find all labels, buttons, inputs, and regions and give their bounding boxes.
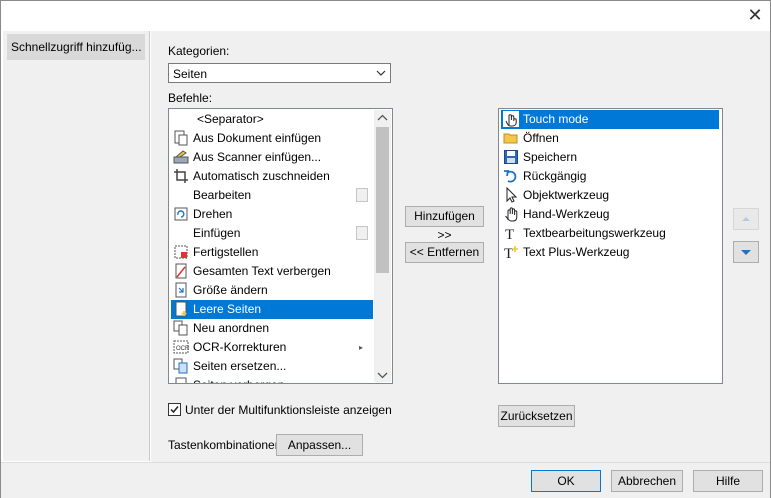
crop-icon [173, 168, 189, 184]
list-item[interactable]: Hand-Werkzeug [501, 205, 719, 224]
scrollbar-thumb[interactable] [376, 127, 389, 273]
ok-button[interactable]: OK [531, 470, 601, 492]
checkmark-icon [170, 406, 179, 414]
list-item[interactable]: Drehen [171, 205, 373, 224]
svg-text:OCR: OCR [176, 346, 189, 352]
commands-scrollbar[interactable] [374, 110, 391, 382]
categories-select[interactable]: Seiten [168, 63, 391, 83]
scroll-up-icon[interactable] [377, 112, 388, 126]
svg-text:T: T [505, 227, 514, 241]
list-item[interactable]: Gesamten Text verbergen [171, 262, 373, 281]
submenu-arrow-icon: ▸ [359, 343, 364, 352]
commands-label: Befehle: [168, 91, 213, 105]
list-item[interactable]: Öffnen [501, 129, 719, 148]
dropdown-button[interactable] [356, 226, 368, 240]
text-edit-icon: T [503, 225, 519, 243]
commands-list[interactable]: <Separator> Aus Dokument einfügen Aus Sc… [168, 108, 393, 384]
add-button[interactable]: Hinzufügen >> [405, 206, 484, 242]
svg-text:T: T [504, 246, 513, 260]
list-item-selected[interactable]: Touch mode [501, 110, 719, 129]
shortcuts-label: Tastenkombinationen: [168, 438, 285, 452]
list-item[interactable]: Größe ändern [171, 281, 373, 300]
list-item[interactable]: T Text Plus-Werkzeug [501, 243, 719, 262]
reorder-icon [173, 320, 189, 336]
folder-icon [503, 130, 519, 146]
arrow-up-icon [742, 217, 750, 221]
list-item[interactable]: OCR OCR-Korrekturen ▸ [171, 338, 373, 357]
help-button[interactable]: Hilfe [693, 470, 763, 492]
list-item[interactable]: Neu anordnen [171, 319, 373, 338]
list-item[interactable]: Aus Dokument einfügen [171, 129, 373, 148]
insert-document-icon [173, 130, 189, 146]
arrow-down-icon [741, 250, 751, 255]
undo-icon [503, 168, 519, 184]
list-item[interactable]: Automatisch zuschneiden [171, 167, 373, 186]
left-pane: Schnellzugriff hinzufüg... [3, 31, 150, 461]
pointer-icon [503, 186, 519, 203]
list-item[interactable]: T Textbearbeitungswerkzeug [501, 224, 719, 243]
blank-page-icon [173, 301, 189, 317]
scroll-down-icon[interactable] [377, 369, 388, 383]
remove-button[interactable]: << Entfernen [405, 242, 484, 263]
ocr-icon: OCR [173, 339, 190, 355]
dropdown-button[interactable] [356, 188, 368, 202]
save-icon [503, 149, 519, 165]
rotate-icon [173, 206, 189, 222]
resize-icon [173, 282, 189, 298]
customize-dialog: ✕ Schnellzugriff hinzufüg... Kategorien:… [0, 0, 771, 498]
hand-touch-icon [503, 111, 519, 127]
list-item[interactable]: Speichern [501, 148, 719, 167]
move-down-button[interactable] [733, 241, 759, 263]
categories-value: Seiten [173, 67, 208, 81]
list-item[interactable]: <Separator> [171, 110, 373, 129]
list-item[interactable]: Rückgängig [501, 167, 719, 186]
list-item[interactable]: Aus Scanner einfügen... [171, 148, 373, 167]
show-below-ribbon-checkbox[interactable] [168, 403, 181, 416]
list-item[interactable]: Seiten verbergen [171, 376, 373, 383]
customize-shortcuts-button[interactable]: Anpassen... [276, 434, 363, 456]
list-item[interactable]: Objektwerkzeug [501, 186, 719, 205]
show-below-ribbon-label: Unter der Multifunktionsleiste anzeigen [185, 403, 392, 417]
hand-icon [503, 206, 519, 222]
move-up-button[interactable] [733, 208, 759, 230]
close-icon[interactable]: ✕ [745, 5, 765, 25]
cancel-button[interactable]: Abbrechen [611, 470, 683, 492]
replace-pages-icon [173, 358, 189, 374]
hide-pages-icon [173, 377, 189, 383]
list-item[interactable]: Bearbeiten [171, 186, 373, 205]
list-item-selected[interactable]: Leere Seiten [171, 300, 373, 319]
finalize-icon [173, 244, 189, 260]
left-pane-item-quick-access[interactable]: Schnellzugriff hinzufüg... [7, 34, 145, 60]
categories-label: Kategorien: [168, 44, 230, 58]
hide-text-icon [173, 263, 189, 279]
list-item[interactable]: Seiten ersetzen... [171, 357, 373, 376]
chevron-down-icon [375, 65, 387, 81]
reset-button[interactable]: Zurücksetzen [498, 405, 575, 427]
scanner-icon [173, 149, 189, 165]
quick-access-list[interactable]: Touch mode Öffnen Speichern Rückgängig O… [498, 108, 723, 384]
list-item[interactable]: Einfügen [171, 224, 373, 243]
text-plus-icon: T [503, 244, 519, 262]
list-item[interactable]: Fertigstellen [171, 243, 373, 262]
